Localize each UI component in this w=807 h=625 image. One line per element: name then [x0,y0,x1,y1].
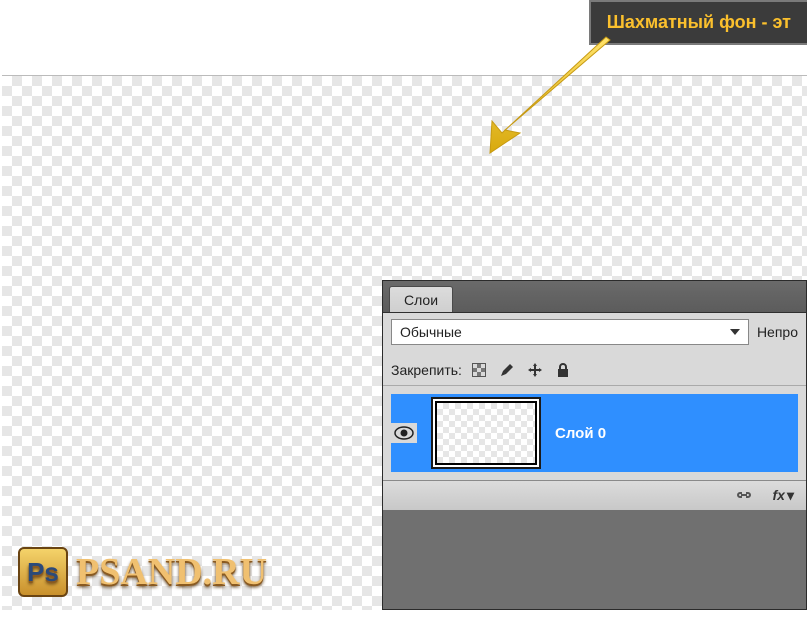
fx-button[interactable]: fx▾ [773,487,794,504]
ps-badge-icon: Ps [18,547,68,597]
layers-list: Слой 0 [383,386,806,480]
layers-panel: Слои Обычные Непро Закрепить: [382,280,807,610]
lock-transparency-icon[interactable] [470,361,488,379]
tooltip-text: Шахматный фон - эт [607,12,791,32]
watermark-text: PSAND.RU [76,550,267,594]
tab-layers[interactable]: Слои [389,286,453,312]
layer-row[interactable]: Слой 0 [391,394,798,472]
lock-icons [470,361,572,379]
link-icon[interactable] [733,488,755,504]
blend-mode-select[interactable]: Обычные [391,319,749,345]
lock-brush-icon[interactable] [498,361,516,379]
blend-mode-value: Обычные [400,324,462,340]
annotation-tooltip: Шахматный фон - эт [589,0,807,45]
lock-label: Закрепить: [391,362,462,378]
lock-all-icon[interactable] [554,361,572,379]
opacity-label: Непро [757,324,798,340]
tab-label: Слои [404,292,438,308]
watermark: Ps PSAND.RU [18,547,267,597]
lock-move-icon[interactable] [526,361,544,379]
layer-name[interactable]: Слой 0 [555,425,606,442]
panel-footer: fx▾ [383,480,806,510]
chevron-down-icon [730,329,740,335]
lock-row: Закрепить: [383,353,806,386]
fx-label: fx [773,487,785,503]
visibility-eye-icon[interactable] [391,423,417,443]
thumbnail-checker [436,402,536,464]
blend-row: Обычные Непро [383,313,806,353]
panel-tabbar: Слои [383,281,806,313]
layer-thumbnail[interactable] [431,397,541,469]
